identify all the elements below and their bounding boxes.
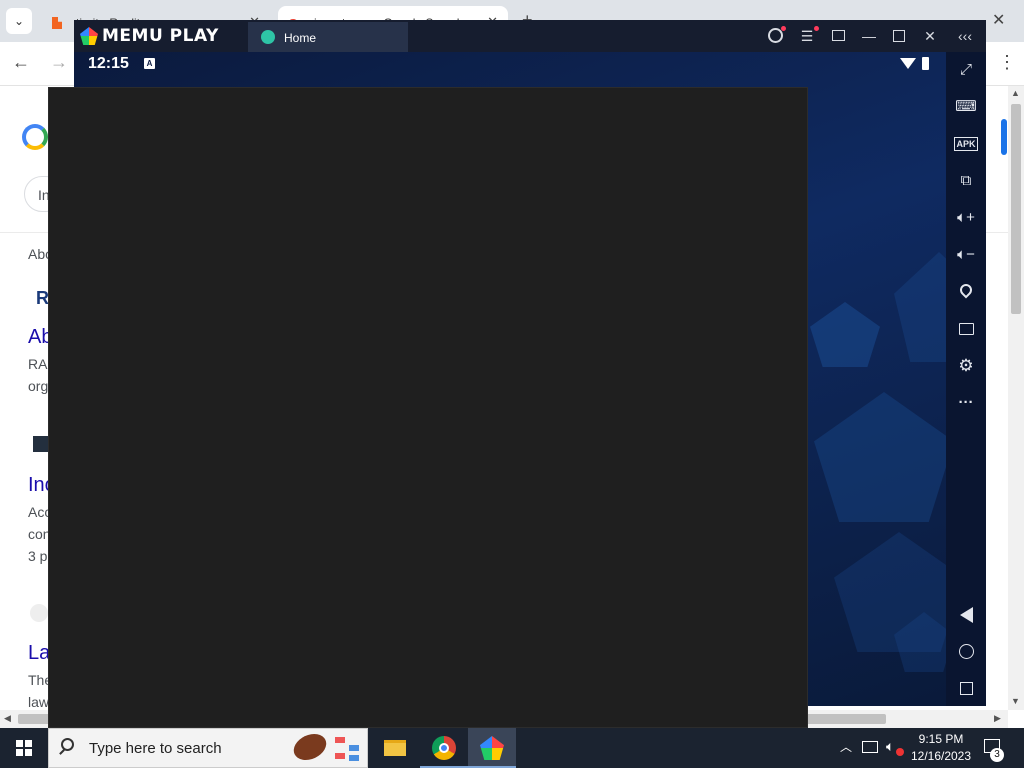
scroll-up-icon[interactable]: ▲ [1011, 88, 1020, 98]
chrome-icon-center [439, 743, 449, 753]
memu-logo: MEMU PLAY [80, 26, 219, 46]
result-snippet-1a: RA [28, 356, 48, 372]
taskbar-chrome[interactable] [420, 728, 468, 768]
taskbar-memu[interactable] [468, 728, 516, 768]
memu-taskbar-icon [480, 736, 504, 760]
notification-count-badge: 3 [990, 748, 1004, 762]
volume-muted-icon[interactable]: 🔈︎ [886, 738, 894, 755]
window-close-icon[interactable]: ✕ [992, 10, 1005, 30]
home-icon[interactable] [954, 640, 978, 664]
menu-notify-dot [814, 26, 819, 31]
wifi-icon [900, 58, 916, 69]
fullscreen-icon[interactable]: ⤢ [954, 58, 978, 82]
back-icon[interactable] [954, 603, 978, 627]
windows-logo-icon [16, 740, 32, 756]
folder-icon[interactable] [954, 317, 978, 341]
volume-down-icon[interactable]: 🔈︎− [954, 243, 978, 267]
android-clock: 12:15 [88, 55, 129, 72]
diagram-icon [333, 735, 361, 763]
back-arrow-icon[interactable]: ← [12, 52, 30, 73]
volume-up-icon[interactable]: 🔈︎+ [954, 206, 978, 230]
minimize-icon[interactable]: — [858, 26, 880, 46]
settings-icon[interactable]: ⚙ [954, 354, 978, 378]
google-logo [22, 124, 48, 150]
apk-icon[interactable]: APK [954, 132, 978, 156]
search-icon-handle [59, 749, 65, 755]
result-favicon-aws [33, 436, 49, 452]
result-link-3[interactable]: La [28, 642, 50, 665]
keyboard-icon[interactable]: ⌨ [954, 95, 978, 119]
folder-icon [384, 740, 406, 756]
mute-x-icon [896, 748, 904, 756]
forward-arrow-icon[interactable]: → [50, 52, 68, 73]
football-icon [289, 728, 331, 766]
scroll-right-icon[interactable]: ▶ [994, 713, 1001, 724]
memu-brand: MEMU PLAY [102, 26, 219, 46]
browser-menu-icon[interactable]: ⋮ [998, 52, 1016, 73]
scroll-down-icon[interactable]: ▼ [1011, 696, 1020, 706]
bg-pentagon-2 [814, 392, 946, 522]
bg-pentagon-3 [894, 252, 946, 362]
show-hidden-icons-icon[interactable]: ︿ [840, 738, 852, 755]
memu-logo-icon [80, 27, 98, 45]
bg-pentagon-1 [810, 302, 880, 367]
blue-scroll-indicator [1001, 119, 1007, 155]
result-snippet-3b: law [28, 694, 50, 710]
maximize-icon[interactable] [888, 26, 910, 46]
taskbar-search-box[interactable]: Type here to search [48, 728, 368, 768]
status-a-icon: A [144, 58, 155, 69]
result-favicon-3 [30, 604, 48, 622]
location-icon[interactable] [954, 280, 978, 304]
taskbar-date: 12/16/2023 [910, 749, 972, 763]
scrollbar-thumb[interactable] [1011, 104, 1021, 314]
memu-titlebar[interactable]: MEMU PLAY Home ☰ — ✕ ‹‹‹ [74, 20, 986, 52]
memu-tab-label: Home [284, 31, 317, 45]
reolit-favicon-icon [52, 17, 62, 29]
result-snippet-2c: 3 p [28, 548, 48, 564]
pip-icon[interactable] [827, 26, 849, 46]
android-statusbar: 12:15 A [74, 52, 946, 78]
start-button[interactable] [0, 728, 48, 768]
tab-search-dropdown-icon[interactable]: ⌄ [6, 8, 32, 34]
memu-sidebar: ⤢ ⌨ APK ⧉ 🔈︎+ 🔈︎− ⚙ ··· [946, 52, 986, 706]
home-tab-icon [261, 30, 275, 44]
windows-taskbar: Type here to search ︿ 🔈︎ 9:15 PM 12/16/2… [0, 728, 1024, 768]
close-icon[interactable]: ✕ [919, 26, 941, 46]
network-icon[interactable] [862, 741, 878, 753]
vertical-scrollbar[interactable]: ▲ ▼ [1008, 86, 1024, 710]
dark-overlay-window[interactable] [48, 87, 808, 728]
taskbar-file-explorer[interactable] [370, 728, 418, 768]
battery-icon [922, 57, 929, 70]
multi-instance-icon[interactable]: ⧉ [954, 169, 978, 193]
account-notify-dot [781, 26, 786, 31]
search-placeholder: Type here to search [89, 740, 222, 757]
more-icon[interactable]: ··· [954, 391, 978, 415]
result-snippet-1b: org [28, 378, 49, 394]
recents-icon[interactable] [954, 677, 978, 701]
scroll-left-icon[interactable]: ◀ [4, 713, 11, 724]
memu-tab-home[interactable]: Home [248, 22, 408, 52]
collapse-sidebar-icon[interactable]: ‹‹‹ [954, 26, 976, 46]
taskbar-time: 9:15 PM [918, 732, 964, 746]
